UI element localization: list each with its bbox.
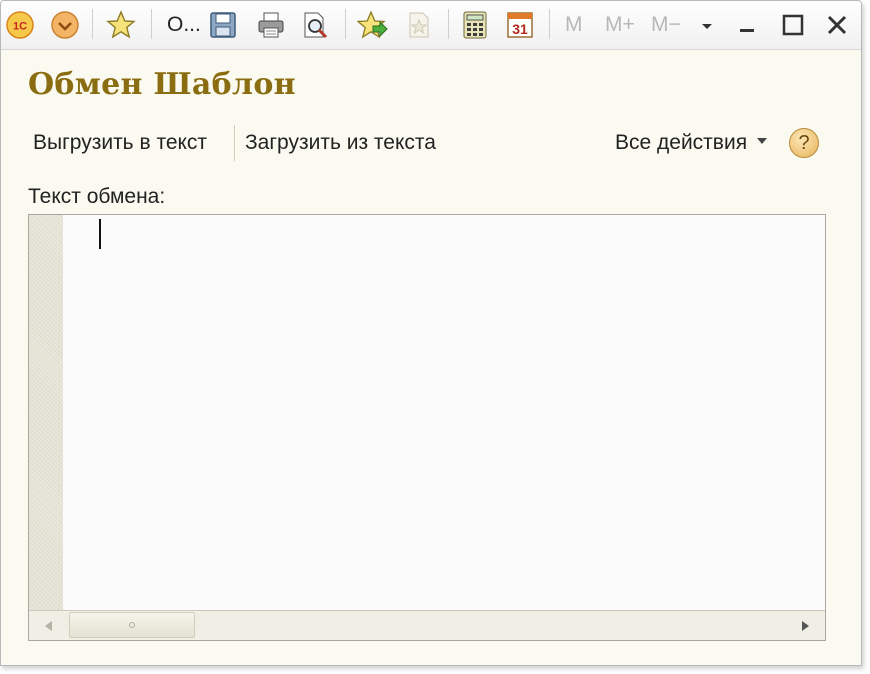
calendar-day-text: 31: [512, 21, 528, 37]
close-icon[interactable]: [821, 9, 853, 41]
all-actions-menu[interactable]: Все действия: [615, 131, 768, 155]
minimize-icon[interactable]: [731, 9, 763, 41]
menu-dropdown-icon[interactable]: [49, 9, 81, 41]
scroll-right-icon[interactable]: [785, 611, 825, 640]
command-bar: Выгрузить в текст Загрузить из текста Вс…: [28, 119, 861, 165]
app-window: 1С О... 31 M M+ M− Обмен Шаблон Выгрузит…: [0, 0, 862, 666]
chevron-down-icon[interactable]: [691, 9, 723, 41]
exchange-text-editor[interactable]: [28, 214, 826, 641]
toolbar-text-item[interactable]: О...: [167, 13, 201, 37]
help-button[interactable]: ?: [789, 128, 819, 158]
calculator-icon[interactable]: [459, 9, 491, 41]
toolbar-separator: [448, 9, 449, 39]
memory-minus-button[interactable]: M−: [651, 13, 681, 37]
import-from-text-button[interactable]: Загрузить из текста: [245, 131, 436, 155]
scrollbar-thumb[interactable]: [69, 612, 195, 638]
main-toolbar: 1С О... 31 M M+ M−: [1, 1, 861, 50]
memory-plus-button[interactable]: M+: [605, 13, 635, 37]
chevron-down-icon: [757, 138, 768, 145]
exchange-text-label: Текст обмена:: [28, 185, 166, 208]
text-cursor: [99, 219, 101, 249]
calendar-icon[interactable]: 31: [504, 9, 536, 41]
editor-text-area[interactable]: [63, 215, 825, 610]
favorites-star-icon[interactable]: [105, 9, 137, 41]
document-icon[interactable]: [403, 9, 435, 41]
app-logo-text: 1С: [13, 21, 27, 33]
toolbar-separator: [549, 9, 550, 39]
export-to-text-button[interactable]: Выгрузить в текст: [33, 131, 207, 155]
editor-gutter: [29, 215, 63, 610]
add-to-favorites-icon[interactable]: [357, 9, 389, 41]
command-separator: [234, 125, 235, 161]
print-preview-icon[interactable]: [299, 9, 331, 41]
print-icon[interactable]: [255, 9, 287, 41]
toolbar-separator: [151, 9, 152, 39]
memory-m-button[interactable]: M: [565, 13, 583, 37]
app-logo-icon[interactable]: 1С: [4, 9, 36, 41]
toolbar-separator: [345, 9, 346, 39]
form-title: Обмен Шаблон: [28, 67, 296, 102]
toolbar-separator: [92, 9, 93, 39]
save-icon[interactable]: [207, 9, 239, 41]
maximize-icon[interactable]: [777, 9, 809, 41]
horizontal-scrollbar[interactable]: [29, 610, 825, 640]
scroll-left-icon[interactable]: [29, 611, 69, 640]
all-actions-label: Все действия: [615, 131, 748, 154]
